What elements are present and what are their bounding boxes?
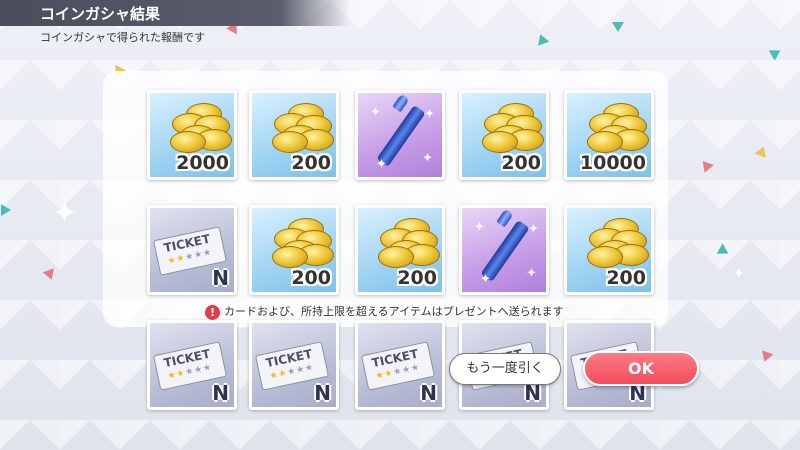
reward-amount: 200 <box>501 152 541 174</box>
lipstick-tip-icon <box>392 93 410 113</box>
reward-item-coin: 200 <box>355 205 445 295</box>
rarity-label: N <box>314 381 331 405</box>
coin-stack-icon <box>270 103 334 153</box>
coin-icon <box>587 246 623 268</box>
sparkle-icon: ✦ <box>733 266 745 282</box>
coin-stack-icon <box>168 103 232 153</box>
exclamation-icon: ! <box>205 304 220 320</box>
sparkle-icon: ✦ <box>52 196 78 231</box>
reward-item-ticket: TICKET★★★★★N <box>355 320 445 410</box>
reward-item-coin: 10000 <box>564 90 654 180</box>
reward-item-ticket: TICKET★★★★★N <box>147 320 237 410</box>
reward-amount: 200 <box>291 152 331 174</box>
reward-item-coin: 200 <box>249 90 339 180</box>
notice-message: ! カードおよび、所持上限を超えるアイテムはプレゼントへ送られます <box>205 303 564 320</box>
coin-icon <box>482 131 518 153</box>
sparkle-icon: ✦ <box>526 266 537 281</box>
reward-item-lipstick: ✦ ✦ ✦ ✦ <box>355 90 445 180</box>
reward-item-coin: 200 <box>249 205 339 295</box>
sparkle-icon: ✦ <box>370 105 381 120</box>
retry-gacha-button[interactable]: もう一度引く <box>449 353 561 385</box>
page-subtitle: コインガシャで得られた報酬です <box>40 31 205 44</box>
notice-text: カードおよび、所持上限を超えるアイテムはプレゼントへ送られます <box>224 305 564 318</box>
rarity-label: N <box>212 266 229 290</box>
reward-item-coin: 200 <box>564 205 654 295</box>
coin-stack-icon <box>585 218 649 268</box>
reward-amount: 200 <box>291 267 331 289</box>
coin-icon <box>272 246 308 268</box>
ok-button[interactable]: OK <box>583 351 699 386</box>
coin-icon <box>272 131 308 153</box>
reward-amount: 10000 <box>579 152 646 174</box>
confetti-decoration <box>1 204 11 216</box>
reward-item-lipstick: ✦ ✦ ✦ ✦ <box>459 205 549 295</box>
confetti-decoration <box>612 22 624 32</box>
reward-item-ticket: TICKET★★★★★N <box>147 205 237 295</box>
rarity-label: N <box>212 381 229 405</box>
coin-icon <box>587 131 623 153</box>
coin-stack-icon <box>585 103 649 153</box>
coin-icon <box>378 246 414 268</box>
sparkle-icon: ✦ <box>376 157 387 172</box>
coin-stack-icon <box>376 218 440 268</box>
sparkle-icon: ✦ <box>528 222 539 237</box>
page-title: コインガシャ結果 <box>40 5 161 23</box>
reward-item-coin: 200 <box>459 90 549 180</box>
reward-amount: 2000 <box>176 152 229 174</box>
reward-item-ticket: TICKET★★★★★N <box>249 320 339 410</box>
lipstick-tip-icon <box>496 208 514 228</box>
sparkle-icon: ✦ <box>422 151 433 166</box>
reward-amount: 200 <box>397 267 437 289</box>
sparkle-icon: ✦ <box>474 220 485 235</box>
coin-icon <box>170 131 206 153</box>
coin-stack-icon <box>270 218 334 268</box>
sparkle-icon: ✦ <box>480 272 491 287</box>
coin-stack-icon <box>480 103 544 153</box>
title-bar: コインガシャ結果 <box>0 0 350 26</box>
reward-amount: 200 <box>606 267 646 289</box>
rarity-label: N <box>420 381 437 405</box>
sparkle-icon: ✦ <box>424 107 435 122</box>
reward-item-coin: 2000 <box>147 90 237 180</box>
